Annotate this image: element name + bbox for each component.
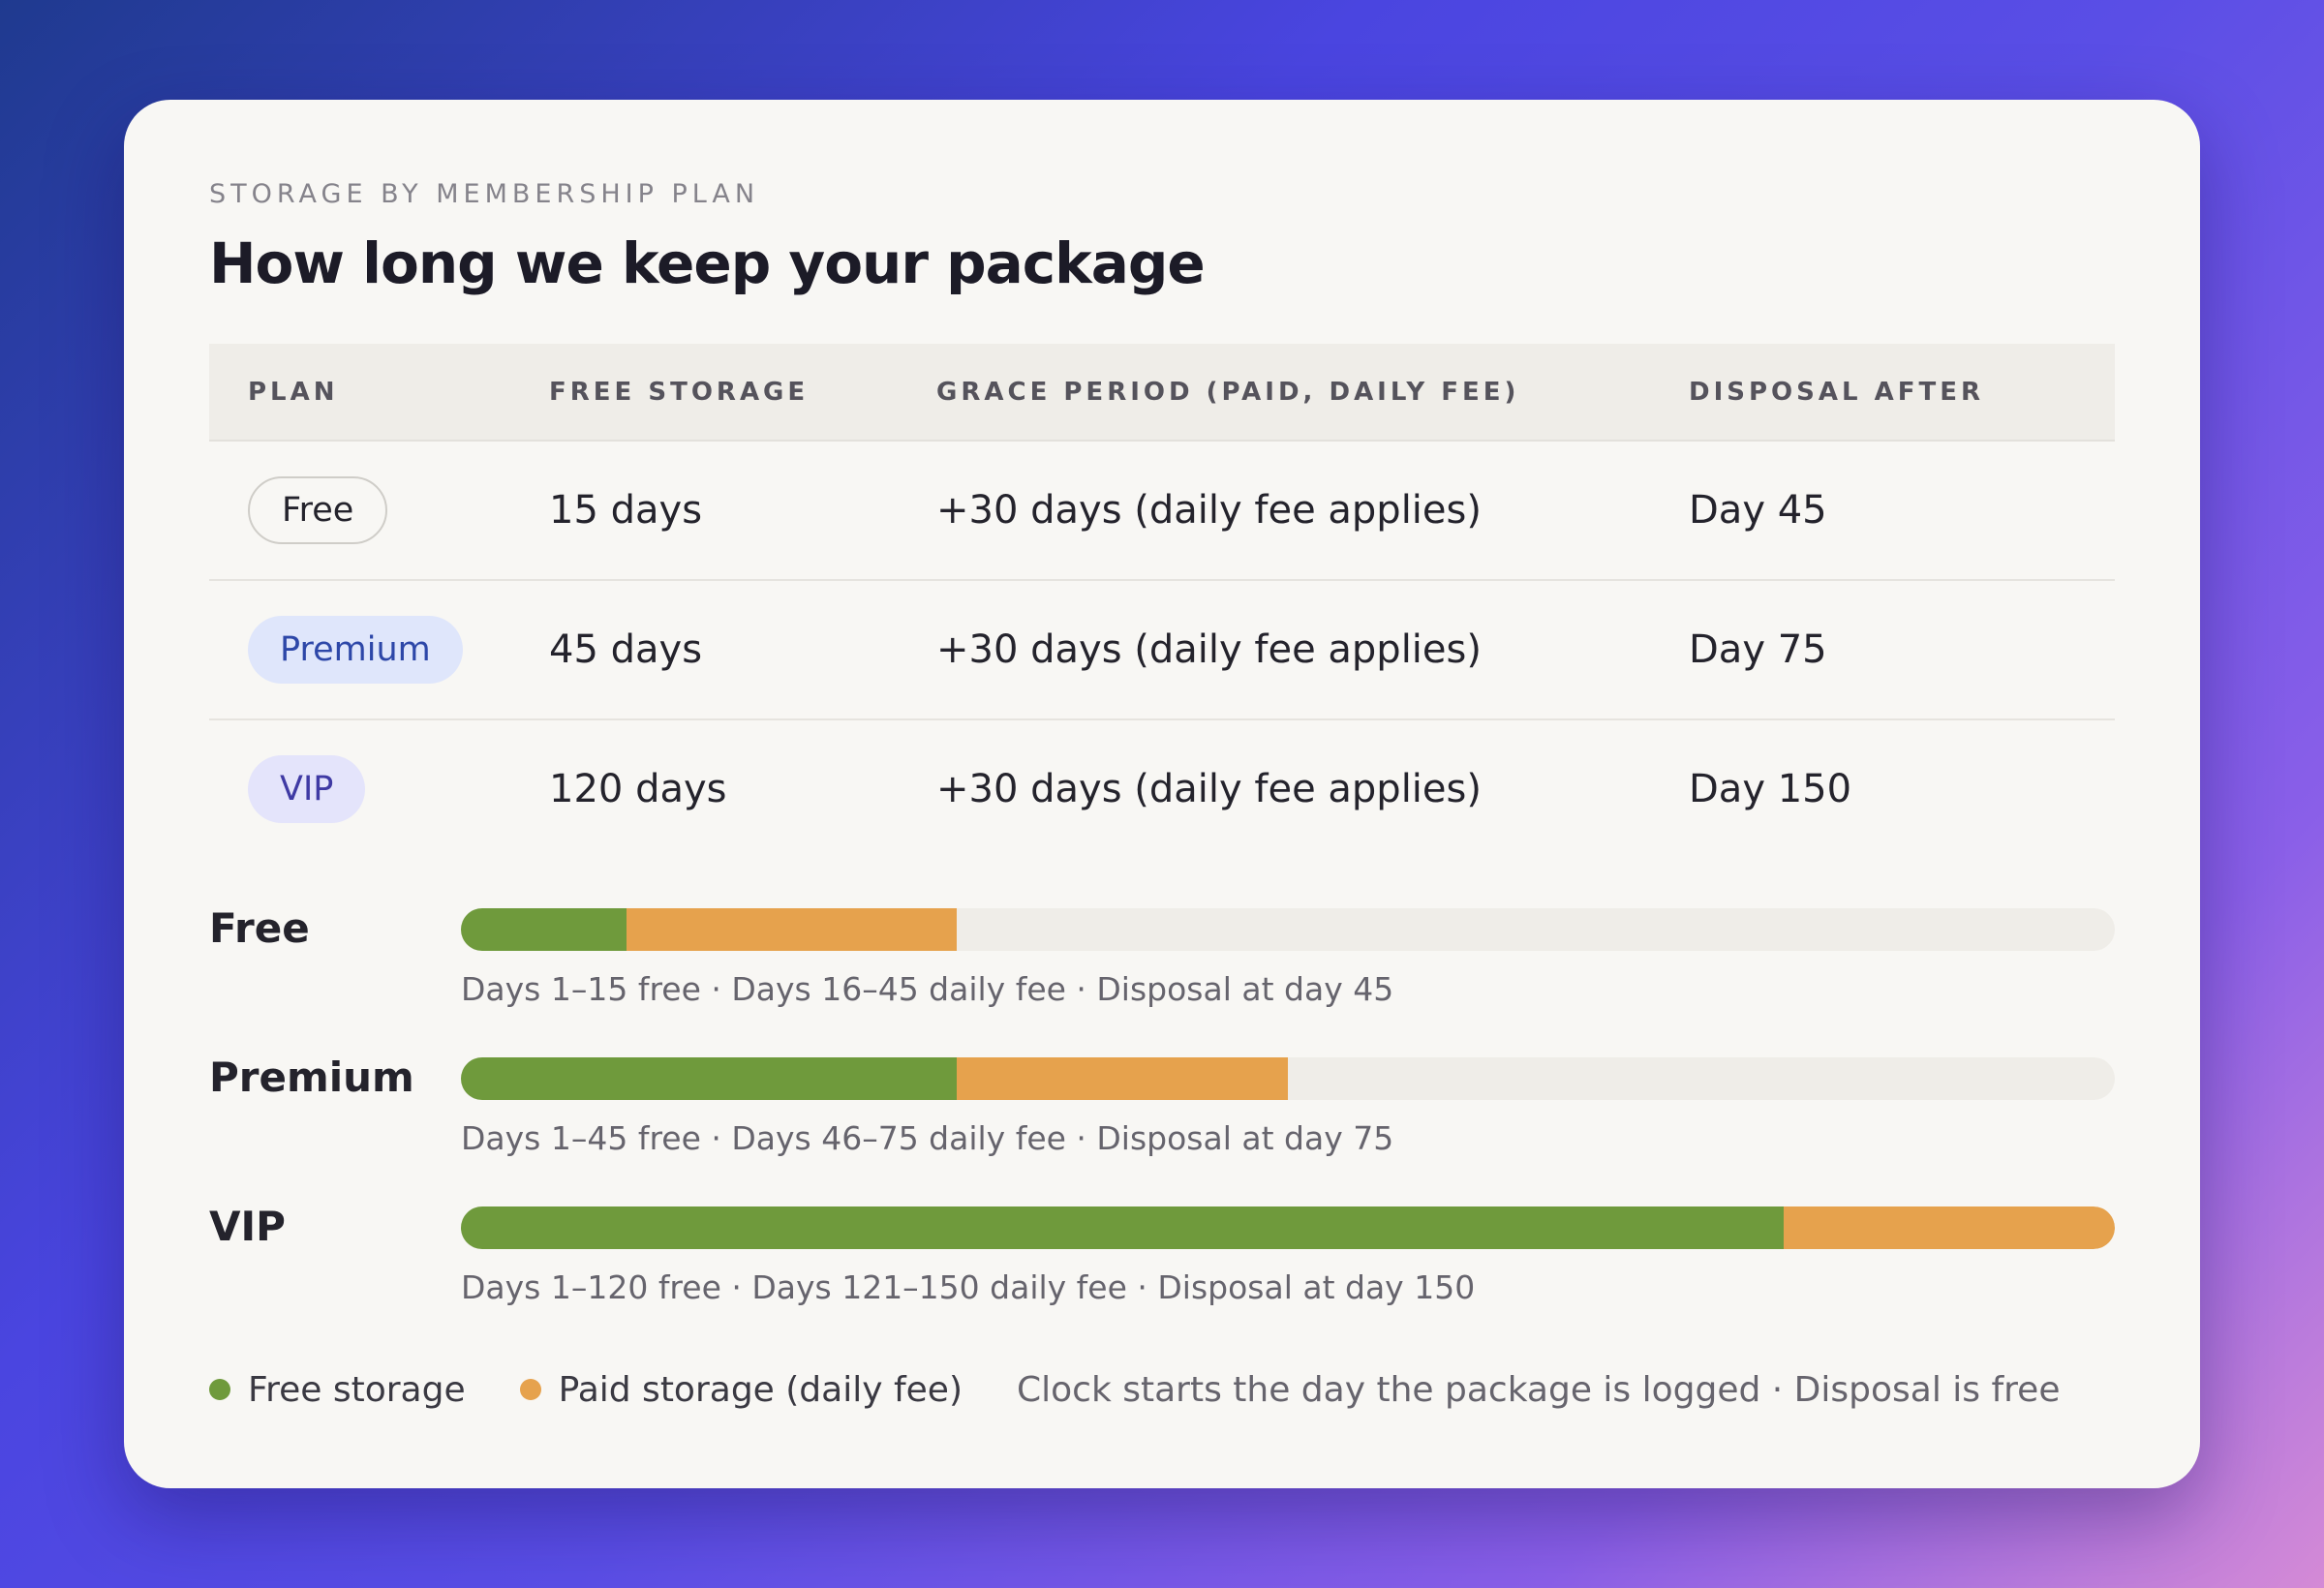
table-row: Free 15 days +30 days (daily fee applies… <box>209 442 2115 581</box>
timeline-track <box>461 1057 2115 1100</box>
legend: Free storage Paid storage (daily fee) Cl… <box>209 1368 2060 1411</box>
timeline-note: Days 1–120 free · Days 121–150 daily fee… <box>461 1268 1476 1306</box>
paid-storage-segment <box>1784 1206 2115 1249</box>
table-row: Premium 45 days +30 days (daily fee appl… <box>209 581 2115 720</box>
grace-period-cell: +30 days (daily fee applies) <box>936 767 1482 811</box>
timeline-note: Days 1–15 free · Days 16–45 daily fee · … <box>461 970 1394 1008</box>
plan-badge-premium: Premium <box>248 616 463 684</box>
eyebrow-label: STORAGE BY MEMBERSHIP PLAN <box>209 179 760 209</box>
free-storage-cell: 120 days <box>549 767 727 811</box>
column-header-disposal: DISPOSAL AFTER <box>1689 377 1985 407</box>
paid-storage-segment <box>626 908 958 951</box>
timeline-note: Days 1–45 free · Days 46–75 daily fee · … <box>461 1119 1394 1157</box>
plan-table: PLAN FREE STORAGE GRACE PERIOD (PAID, DA… <box>209 344 2115 858</box>
free-storage-segment <box>461 1206 1785 1249</box>
plan-badge-vip: VIP <box>248 755 366 823</box>
timeline-track <box>461 1206 2115 1249</box>
grace-period-cell: +30 days (daily fee applies) <box>936 627 1482 672</box>
paid-storage-dot-icon <box>519 1379 541 1400</box>
disposal-cell: Day 45 <box>1689 488 1827 533</box>
legend-item-paid: Paid storage (daily fee) <box>519 1369 963 1410</box>
legend-label-paid: Paid storage (daily fee) <box>558 1369 963 1410</box>
timeline-label: VIP <box>209 1203 286 1250</box>
plan-cell: Free <box>209 476 549 544</box>
free-storage-cell: 45 days <box>549 627 703 672</box>
timeline-track <box>461 908 2115 951</box>
column-header-grace-period: GRACE PERIOD (PAID, DAILY FEE) <box>936 377 1520 407</box>
legend-item-free: Free storage <box>209 1370 466 1410</box>
free-storage-dot-icon <box>209 1379 230 1400</box>
plan-badge-free: Free <box>248 476 388 544</box>
disposal-cell: Day 150 <box>1689 767 1852 811</box>
timeline-free: Free Days 1–15 free · Days 16–45 daily f… <box>209 906 2115 1055</box>
free-storage-segment <box>461 908 627 951</box>
paid-storage-segment <box>957 1057 1288 1100</box>
table-header: PLAN FREE STORAGE GRACE PERIOD (PAID, DA… <box>209 344 2115 442</box>
storage-timelines: Free Days 1–15 free · Days 16–45 daily f… <box>209 906 2115 1354</box>
table-row: VIP 120 days +30 days (daily fee applies… <box>209 720 2115 858</box>
grace-period-cell: +30 days (daily fee applies) <box>936 488 1482 533</box>
legend-label-free: Free storage <box>248 1369 466 1410</box>
timeline-vip: VIP Days 1–120 free · Days 121–150 daily… <box>209 1205 2115 1354</box>
free-storage-segment <box>461 1057 958 1100</box>
plan-cell: Premium <box>209 616 549 684</box>
legend-note: Clock starts the day the package is logg… <box>1016 1369 2061 1410</box>
timeline-label: Free <box>209 904 310 952</box>
column-header-free-storage: FREE STORAGE <box>549 377 810 407</box>
plan-cell: VIP <box>209 755 549 823</box>
disposal-cell: Day 75 <box>1689 627 1827 672</box>
storage-card: STORAGE BY MEMBERSHIP PLAN How long we k… <box>124 100 2200 1488</box>
free-storage-cell: 15 days <box>549 488 703 533</box>
timeline-premium: Premium Days 1–45 free · Days 46–75 dail… <box>209 1055 2115 1205</box>
column-header-plan: PLAN <box>248 377 339 407</box>
timeline-label: Premium <box>209 1054 414 1101</box>
page-title: How long we keep your package <box>209 230 1206 296</box>
